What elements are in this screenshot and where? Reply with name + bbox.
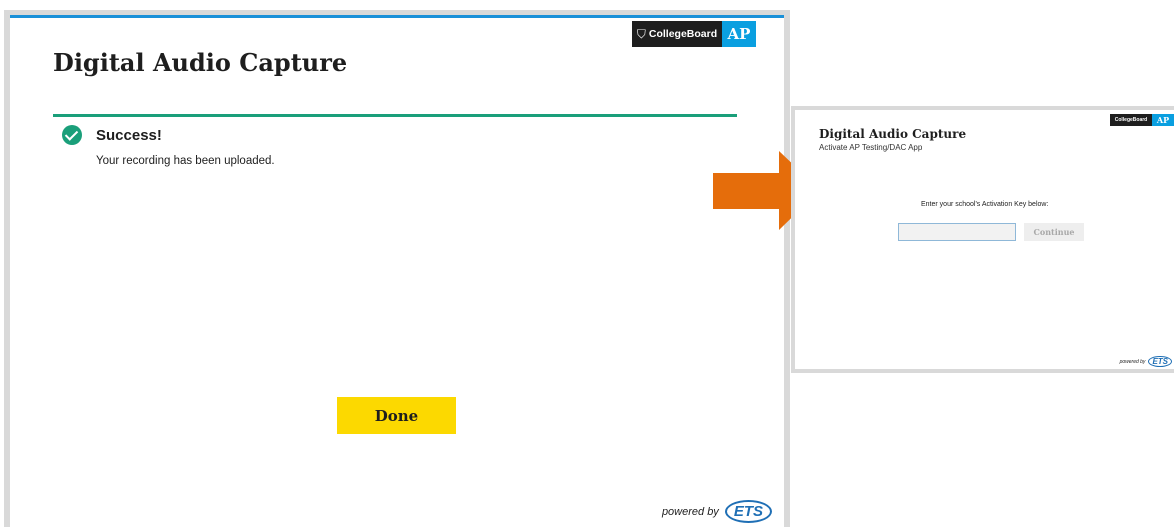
activation-title: Digital Audio Capture bbox=[819, 127, 967, 141]
ets-logo-icon: ETS bbox=[724, 500, 772, 523]
powered-by-ets: powered by ETS bbox=[1120, 356, 1172, 367]
activation-key-prompt: Enter your school's Activation Key below… bbox=[921, 201, 1049, 208]
activation-window: CollegeBoard AP Digital Audio Capture Ac… bbox=[791, 106, 1174, 373]
success-message: Your recording has been uploaded. bbox=[96, 155, 275, 167]
powered-by-label: powered by bbox=[661, 505, 719, 518]
ap-logo: AP bbox=[1152, 114, 1174, 126]
page-title: Digital Audio Capture bbox=[53, 48, 348, 77]
success-banner: Success! bbox=[62, 125, 162, 145]
success-check-icon bbox=[62, 125, 82, 145]
activation-subtitle: Activate AP Testing/DAC App bbox=[819, 143, 923, 152]
ap-logo: AP bbox=[722, 21, 756, 47]
continue-button[interactable]: Continue bbox=[1024, 223, 1084, 241]
activation-panel: CollegeBoard AP Digital Audio Capture Ac… bbox=[795, 110, 1174, 369]
success-divider bbox=[53, 114, 737, 117]
collegeboard-logo: ⛉ CollegeBoard bbox=[632, 21, 722, 47]
powered-by-ets: powered by ETS bbox=[662, 500, 772, 523]
collegeboard-ap-logo: ⛉ CollegeBoard AP bbox=[632, 21, 756, 47]
collegeboard-logo: CollegeBoard bbox=[1110, 114, 1152, 126]
powered-by-label: powered by bbox=[1119, 358, 1146, 365]
collegeboard-ap-logo: CollegeBoard AP bbox=[1110, 114, 1174, 126]
collegeboard-shield-icon: ⛉ bbox=[636, 26, 646, 41]
success-title: Success! bbox=[96, 126, 162, 144]
activation-key-input[interactable] bbox=[898, 223, 1016, 241]
upload-success-window: ⛉ CollegeBoard AP Digital Audio Capture … bbox=[4, 10, 790, 527]
ets-logo-icon: ETS bbox=[1148, 356, 1172, 367]
upload-success-panel: ⛉ CollegeBoard AP Digital Audio Capture … bbox=[10, 15, 784, 527]
done-button[interactable]: Done bbox=[337, 397, 456, 434]
collegeboard-label: CollegeBoard bbox=[648, 28, 718, 40]
